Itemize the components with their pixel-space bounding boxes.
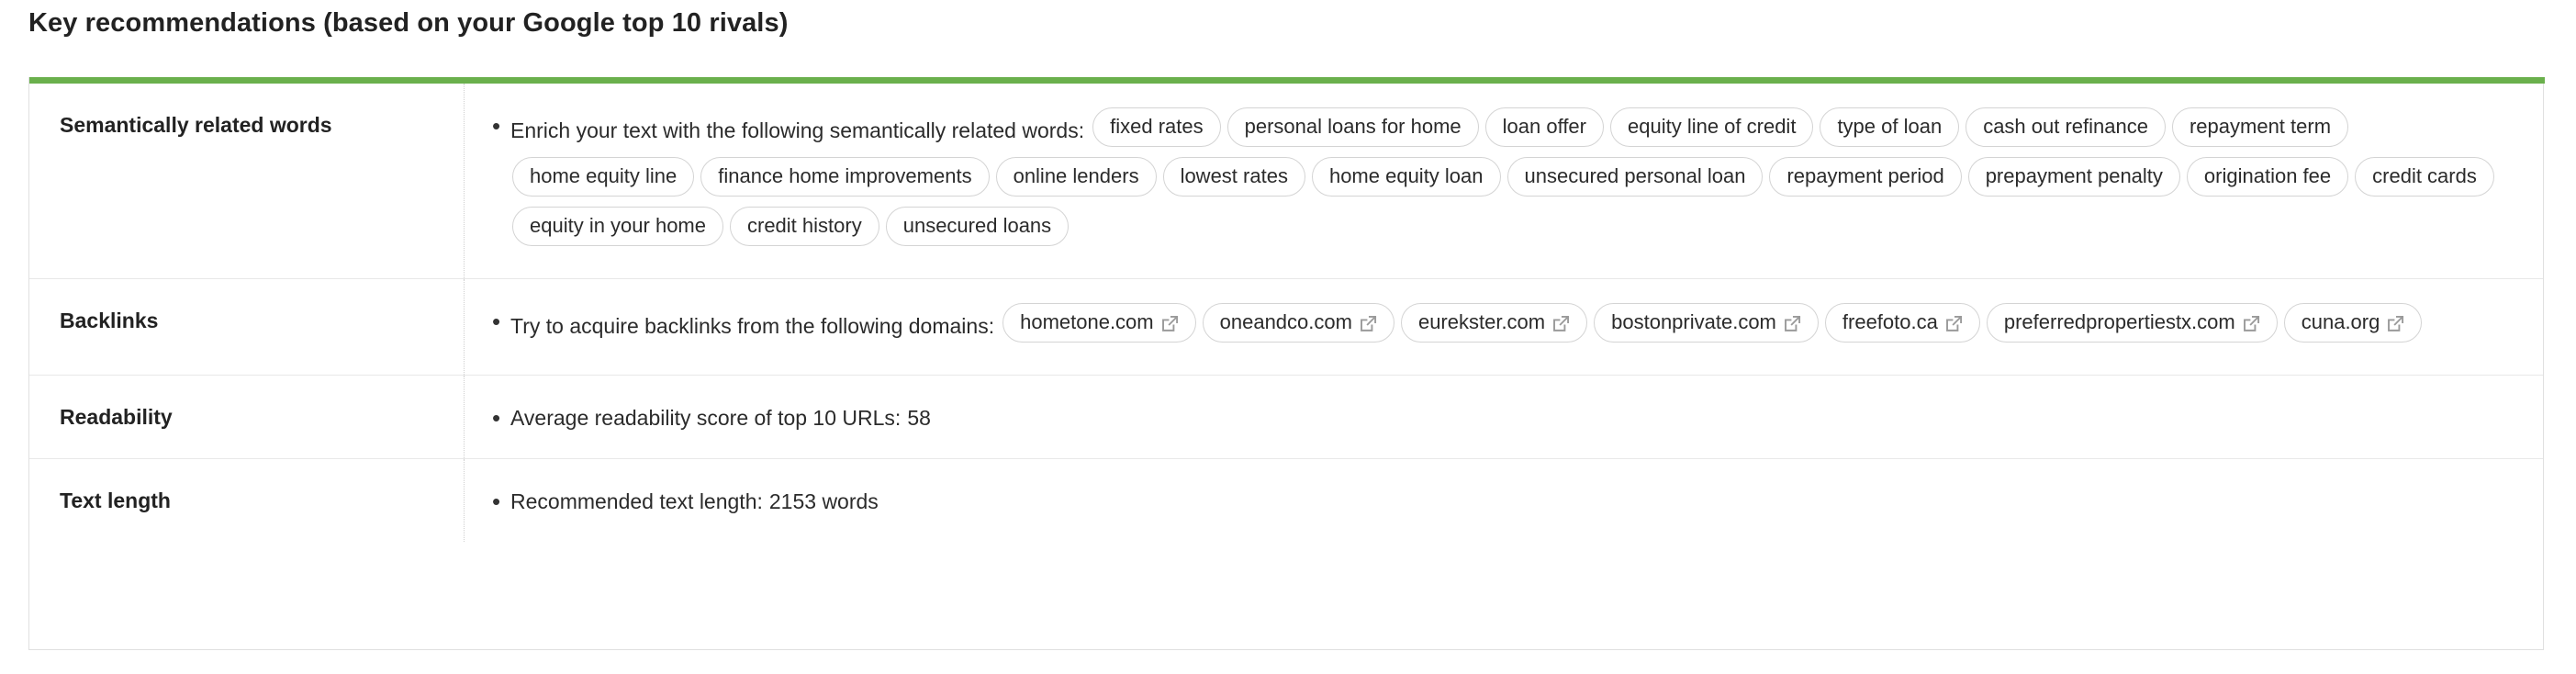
recommendations-card: Semantically related words • Enrich your… [28,77,2545,650]
keyword-tag[interactable]: credit history [730,207,879,246]
external-link-icon [2387,315,2404,332]
keyword-tag[interactable]: finance home improvements [700,157,990,197]
semantic-words-lead-text: Enrich your text with the following sema… [510,118,1085,143]
backlink-domain-label: cuna.org [2301,310,2380,333]
table-row: Text length • Recommended text length: 21… [29,459,2543,542]
external-link-icon [2243,315,2260,332]
backlink-domain-tag[interactable]: oneandco.com [1202,303,1394,343]
keyword-tag[interactable]: credit cards [2355,157,2494,197]
semantic-words-body: Enrich your text with the following sema… [510,107,2523,256]
backlink-domain-tag[interactable]: hometone.com [1002,303,1196,343]
readability-score-value: 58 [907,406,931,430]
bullet-icon: • [492,112,501,140]
bullet-icon: • [492,404,501,432]
backlink-domain-label: hometone.com [1020,310,1154,333]
keyword-tag[interactable]: personal loans for home [1226,107,1479,147]
row-label-backlinks: Backlinks [29,279,465,375]
readability-lead-text: Average readability score of top 10 URLs… [510,406,902,430]
keyword-tag[interactable]: equity in your home [512,207,723,246]
bullet-icon: • [492,308,501,335]
page-title: Key recommendations (based on your Googl… [28,8,789,38]
accent-bar [29,77,2545,84]
row-content-text-length: • Recommended text length: 2153 words [465,459,2543,542]
backlink-domain-label: eurekster.com [1417,310,1546,333]
keyword-tag[interactable]: online lenders [995,157,1157,197]
keyword-tag[interactable]: type of loan [1820,107,1960,147]
table-row: Semantically related words • Enrich your… [29,84,2543,279]
keyword-tag[interactable]: lowest rates [1162,157,1305,197]
backlink-domain-list: hometone.com oneandco.com eurekster.com bos… [1001,303,2426,343]
keyword-tag[interactable]: prepayment penalty [1967,157,2180,197]
key-recommendations-panel: Key recommendations (based on your Googl… [0,0,2576,674]
backlink-domain-tag[interactable]: freefoto.ca [1824,303,1980,343]
external-link-icon [1161,315,1179,332]
row-content-backlinks: • Try to acquire backlinks from the foll… [465,279,2543,375]
backlinks-body: Try to acquire backlinks from the follow… [510,303,2523,353]
backlink-domain-tag[interactable]: bostonprivate.com [1594,303,1819,343]
external-link-icon [1552,315,1570,332]
text-length-lead-text: Recommended text length: [510,489,763,513]
backlink-domain-label: preferredpropertiestx.com [2003,310,2235,333]
backlink-domain-label: oneandco.com [1219,310,1352,333]
external-link-icon [1945,315,1963,332]
external-link-icon [1360,315,1377,332]
backlink-domain-label: freefoto.ca [1842,310,1938,333]
keyword-tag[interactable]: repayment period [1769,157,1962,197]
row-content-readability: • Average readability score of top 10 UR… [465,376,2543,458]
keyword-tag[interactable]: origination fee [2186,157,2349,197]
keyword-tag[interactable]: cash out refinance [1966,107,2166,147]
backlinks-lead-text: Try to acquire backlinks from the follow… [510,314,995,339]
keyword-tag[interactable]: home equity loan [1311,157,1501,197]
row-label-text-length: Text length [29,459,465,542]
keyword-tag[interactable]: fixed rates [1092,107,1221,147]
keyword-tag[interactable]: loan offer [1484,107,1604,147]
row-label-semantically-related-words: Semantically related words [29,84,465,278]
keyword-tag[interactable]: equity line of credit [1610,107,1814,147]
text-length-value: 2153 words [768,489,879,513]
backlink-domain-tag[interactable]: eurekster.com [1400,303,1588,343]
keyword-tag[interactable]: repayment term [2171,107,2349,147]
backlink-domain-tag[interactable]: cuna.org [2283,303,2423,343]
keyword-tag[interactable]: unsecured loans [885,207,1070,246]
external-link-icon [1784,315,1801,332]
backlink-domain-label: bostonprivate.com [1611,310,1776,333]
bullet-icon: • [492,488,501,515]
keyword-tag[interactable]: unsecured personal loan [1506,157,1764,197]
text-length-body: Recommended text length: 2153 words [510,483,2523,520]
row-content-semantically-related-words: • Enrich your text with the following se… [465,84,2543,278]
readability-body: Average readability score of top 10 URLs… [510,399,2523,436]
table-row: Readability • Average readability score … [29,376,2543,459]
backlink-domain-tag[interactable]: preferredpropertiestx.com [1986,303,2278,343]
table-row: Backlinks • Try to acquire backlinks fro… [29,279,2543,376]
row-label-readability: Readability [29,376,465,458]
keyword-tag[interactable]: home equity line [512,157,695,197]
recommendations-rows: Semantically related words • Enrich your… [29,84,2543,542]
